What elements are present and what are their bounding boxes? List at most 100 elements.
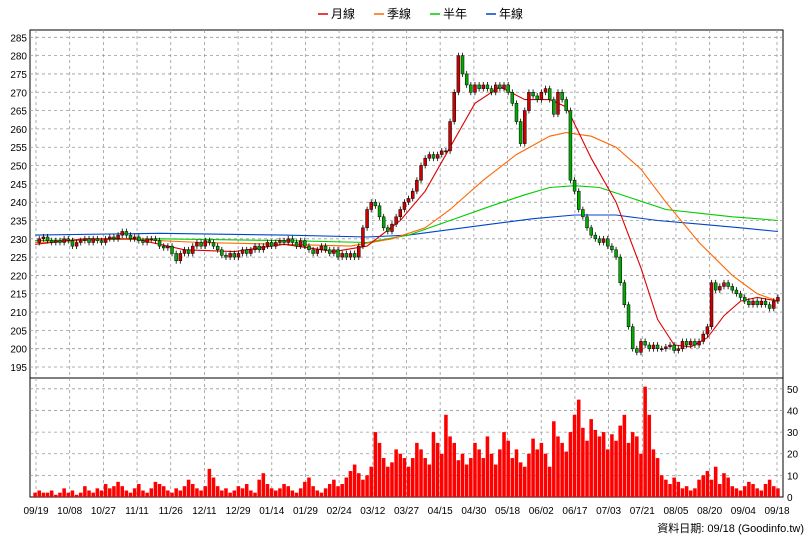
candle-body — [751, 300, 755, 305]
volume-bar — [510, 458, 515, 497]
candle-body — [755, 300, 759, 305]
volume-bar — [564, 451, 569, 497]
volume-bar — [713, 466, 718, 497]
volume-bar — [327, 484, 332, 497]
candle-body — [464, 73, 469, 86]
candle-body — [199, 242, 203, 247]
volume-bar — [410, 458, 415, 497]
volume-bar — [684, 486, 689, 497]
price-tick-label: 270 — [10, 88, 27, 99]
candle-body — [195, 242, 199, 247]
candle-body — [419, 165, 423, 181]
date-tick-label: 10/08 — [57, 506, 82, 517]
candle-body — [182, 249, 187, 254]
candle-body — [481, 84, 485, 89]
volume-bar — [244, 484, 249, 497]
volume-bar — [361, 479, 365, 497]
candle-body — [523, 110, 527, 144]
volume-bar — [195, 488, 199, 497]
candle-body — [639, 341, 643, 353]
volume-bar — [390, 462, 394, 497]
candle-body — [469, 84, 473, 93]
candle-body — [137, 236, 141, 241]
candle-body — [357, 245, 361, 258]
volume-bar — [141, 490, 145, 497]
volume-bar — [66, 492, 71, 497]
volume-bar — [99, 490, 104, 497]
volume-bar — [514, 449, 519, 497]
date-tick-label: 11/11 — [125, 506, 149, 517]
candle-body — [394, 216, 398, 225]
volume-bar — [506, 440, 510, 497]
candle-body — [54, 240, 58, 243]
candle-body — [672, 344, 676, 351]
volume-bar — [161, 486, 166, 497]
volume-bar — [610, 434, 614, 497]
price-tick-label: 225 — [10, 253, 27, 264]
volume-bar — [49, 490, 54, 497]
date-tick-label: 09/19 — [23, 506, 48, 517]
candle-body — [572, 179, 577, 192]
volume-bar — [759, 490, 764, 497]
volume-bar — [630, 432, 635, 497]
legend-label: 月線 — [331, 6, 355, 21]
volume-bar — [78, 492, 83, 497]
volume-bar — [697, 479, 701, 497]
volume-bar — [87, 490, 91, 497]
candle-body — [319, 245, 324, 251]
volume-bar — [635, 436, 639, 497]
candle-body — [83, 238, 87, 241]
volume-bar — [215, 486, 220, 497]
volume-bar — [680, 488, 685, 497]
candle-body — [315, 249, 319, 254]
candle-body — [269, 242, 274, 247]
candle-body — [676, 348, 681, 351]
volume-bar — [224, 488, 228, 497]
volume-bar — [535, 449, 539, 497]
candle-body — [448, 121, 452, 152]
date-tick-label: 01/29 — [293, 506, 318, 517]
volume-bar — [191, 484, 195, 497]
volume-bar — [116, 481, 120, 497]
candle-body — [170, 245, 174, 254]
volume-bar — [369, 466, 373, 497]
volume-bar — [423, 458, 427, 497]
volume-bar — [676, 481, 681, 497]
volume-bar — [481, 458, 486, 497]
candle-body — [606, 238, 610, 247]
volume-bar — [776, 488, 780, 497]
volume-bar — [303, 481, 307, 497]
volume-bar — [220, 490, 224, 497]
candle-body — [62, 238, 66, 243]
candle-body — [693, 341, 697, 346]
volume-bar — [647, 414, 652, 497]
candle-body — [502, 84, 506, 89]
candle-body — [124, 231, 129, 236]
date-tick-label: 07/21 — [630, 506, 655, 517]
candle-body — [635, 348, 639, 353]
volume-bar — [132, 488, 137, 497]
volume-bar — [589, 419, 593, 497]
candle-body — [655, 344, 660, 349]
volume-bar — [651, 449, 656, 497]
candle-body — [369, 201, 373, 210]
candle-body — [514, 103, 519, 122]
volume-bar — [253, 492, 257, 497]
candle-body — [95, 238, 100, 241]
candle-body — [348, 253, 353, 258]
candle-body — [431, 154, 436, 159]
candle-body — [79, 240, 83, 243]
volume-bar — [186, 479, 191, 497]
price-tick-label: 205 — [10, 326, 27, 337]
volume-bar — [37, 490, 41, 497]
candle-body — [411, 190, 415, 199]
volume-bar — [120, 486, 124, 497]
date-tick-label: 03/12 — [360, 506, 385, 517]
volume-bar — [593, 429, 598, 497]
price-tick-label: 260 — [10, 125, 27, 136]
volume-bar — [240, 488, 245, 497]
candle-body — [245, 249, 249, 254]
price-tick-label: 245 — [10, 180, 27, 191]
volume-bar — [464, 464, 469, 497]
candle-body — [651, 344, 656, 349]
